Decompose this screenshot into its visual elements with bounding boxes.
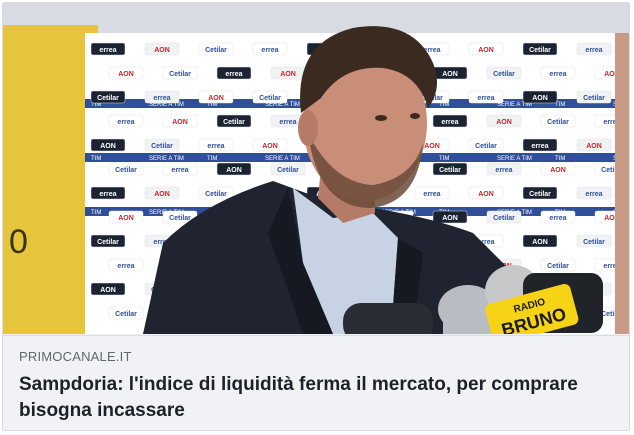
- svg-text:AON: AON: [478, 191, 494, 198]
- svg-text:AON: AON: [100, 143, 116, 150]
- svg-text:Cetilar: Cetilar: [115, 311, 137, 318]
- svg-text:errea: errea: [171, 167, 188, 174]
- svg-text:SERIE A TIM: SERIE A TIM: [265, 156, 300, 162]
- svg-text:AON: AON: [442, 71, 458, 78]
- svg-text:SERIE A TIM: SERIE A TIM: [497, 156, 532, 162]
- svg-text:AON: AON: [118, 71, 134, 78]
- press-interview-photo: 0 TIM SERIE A TIM TIM SERIE A TIM TIM SERIE A…: [3, 3, 629, 334]
- svg-text:errea: errea: [153, 95, 170, 102]
- svg-text:Cetilar: Cetilar: [547, 263, 569, 270]
- link-title[interactable]: Sampdoria: l'indice di liquidità ferma i…: [19, 372, 613, 424]
- svg-text:Cetilar: Cetilar: [97, 95, 119, 102]
- svg-text:errea: errea: [279, 119, 296, 126]
- svg-text:AON: AON: [532, 239, 548, 246]
- svg-text:errea: errea: [117, 119, 134, 126]
- svg-text:Cetilar: Cetilar: [493, 71, 515, 78]
- svg-text:Cetilar: Cetilar: [493, 215, 515, 222]
- svg-text:SERIE A TIM: SERIE A TIM: [149, 156, 184, 162]
- svg-text:Cetilar: Cetilar: [169, 71, 191, 78]
- svg-text:TIM: TIM: [555, 156, 565, 162]
- svg-text:AON: AON: [478, 47, 494, 54]
- svg-text:Cetilar: Cetilar: [223, 119, 245, 126]
- svg-text:errea: errea: [585, 47, 602, 54]
- svg-text:AON: AON: [154, 47, 170, 54]
- svg-text:TIM: TIM: [555, 102, 565, 108]
- svg-text:AON: AON: [496, 119, 512, 126]
- svg-text:Cetilar: Cetilar: [277, 167, 299, 174]
- svg-text:errea: errea: [441, 119, 458, 126]
- svg-text:Cetilar: Cetilar: [529, 191, 551, 198]
- svg-text:AON: AON: [550, 167, 566, 174]
- svg-text:errea: errea: [117, 263, 134, 270]
- svg-text:Cetilar: Cetilar: [205, 47, 227, 54]
- svg-text:AON: AON: [532, 95, 548, 102]
- svg-text:AON: AON: [154, 191, 170, 198]
- link-info[interactable]: PRIMOCANALE.IT Sampdoria: l'indice di li…: [3, 335, 629, 430]
- svg-text:Cetilar: Cetilar: [583, 95, 605, 102]
- svg-text:Cetilar: Cetilar: [547, 119, 569, 126]
- link-preview-card[interactable]: 0 TIM SERIE A TIM TIM SERIE A TIM TIM SERIE A…: [2, 2, 630, 431]
- svg-text:errea: errea: [585, 191, 602, 198]
- svg-text:errea: errea: [261, 47, 278, 54]
- svg-text:TIM: TIM: [91, 210, 101, 216]
- svg-text:Cetilar: Cetilar: [169, 215, 191, 222]
- svg-text:errea: errea: [99, 47, 116, 54]
- link-domain: PRIMOCANALE.IT: [19, 349, 132, 364]
- svg-text:AON: AON: [208, 95, 224, 102]
- svg-text:AON: AON: [226, 167, 242, 174]
- svg-text:AON: AON: [280, 71, 296, 78]
- svg-text:errea: errea: [549, 71, 566, 78]
- svg-text:AON: AON: [424, 143, 440, 150]
- svg-text:AON: AON: [442, 215, 458, 222]
- svg-text:AON: AON: [262, 143, 278, 150]
- svg-text:errea: errea: [423, 191, 440, 198]
- svg-text:Cetilar: Cetilar: [439, 167, 461, 174]
- svg-text:Cetilar: Cetilar: [97, 239, 119, 246]
- svg-text:0: 0: [9, 223, 28, 261]
- left-yellow-panel: [3, 25, 98, 334]
- svg-text:Cetilar: Cetilar: [115, 167, 137, 174]
- svg-text:TIM: TIM: [91, 156, 101, 162]
- svg-text:errea: errea: [207, 143, 224, 150]
- svg-text:TIM: TIM: [207, 156, 217, 162]
- svg-text:errea: errea: [495, 167, 512, 174]
- svg-text:errea: errea: [549, 215, 566, 222]
- svg-text:Cetilar: Cetilar: [583, 239, 605, 246]
- svg-text:errea: errea: [477, 95, 494, 102]
- svg-text:errea: errea: [531, 143, 548, 150]
- svg-text:errea: errea: [99, 191, 116, 198]
- svg-text:Cetilar: Cetilar: [259, 95, 281, 102]
- svg-text:Cetilar: Cetilar: [475, 143, 497, 150]
- svg-text:Cetilar: Cetilar: [529, 47, 551, 54]
- svg-text:TIM: TIM: [439, 156, 449, 162]
- svg-text:AON: AON: [586, 143, 602, 150]
- svg-text:Cetilar: Cetilar: [205, 191, 227, 198]
- svg-text:AON: AON: [100, 287, 116, 294]
- svg-text:Cetilar: Cetilar: [151, 143, 173, 150]
- svg-text:AON: AON: [172, 119, 188, 126]
- preview-image[interactable]: 0 TIM SERIE A TIM TIM SERIE A TIM TIM SERIE A…: [3, 3, 629, 334]
- svg-text:errea: errea: [225, 71, 242, 78]
- svg-text:AON: AON: [118, 215, 134, 222]
